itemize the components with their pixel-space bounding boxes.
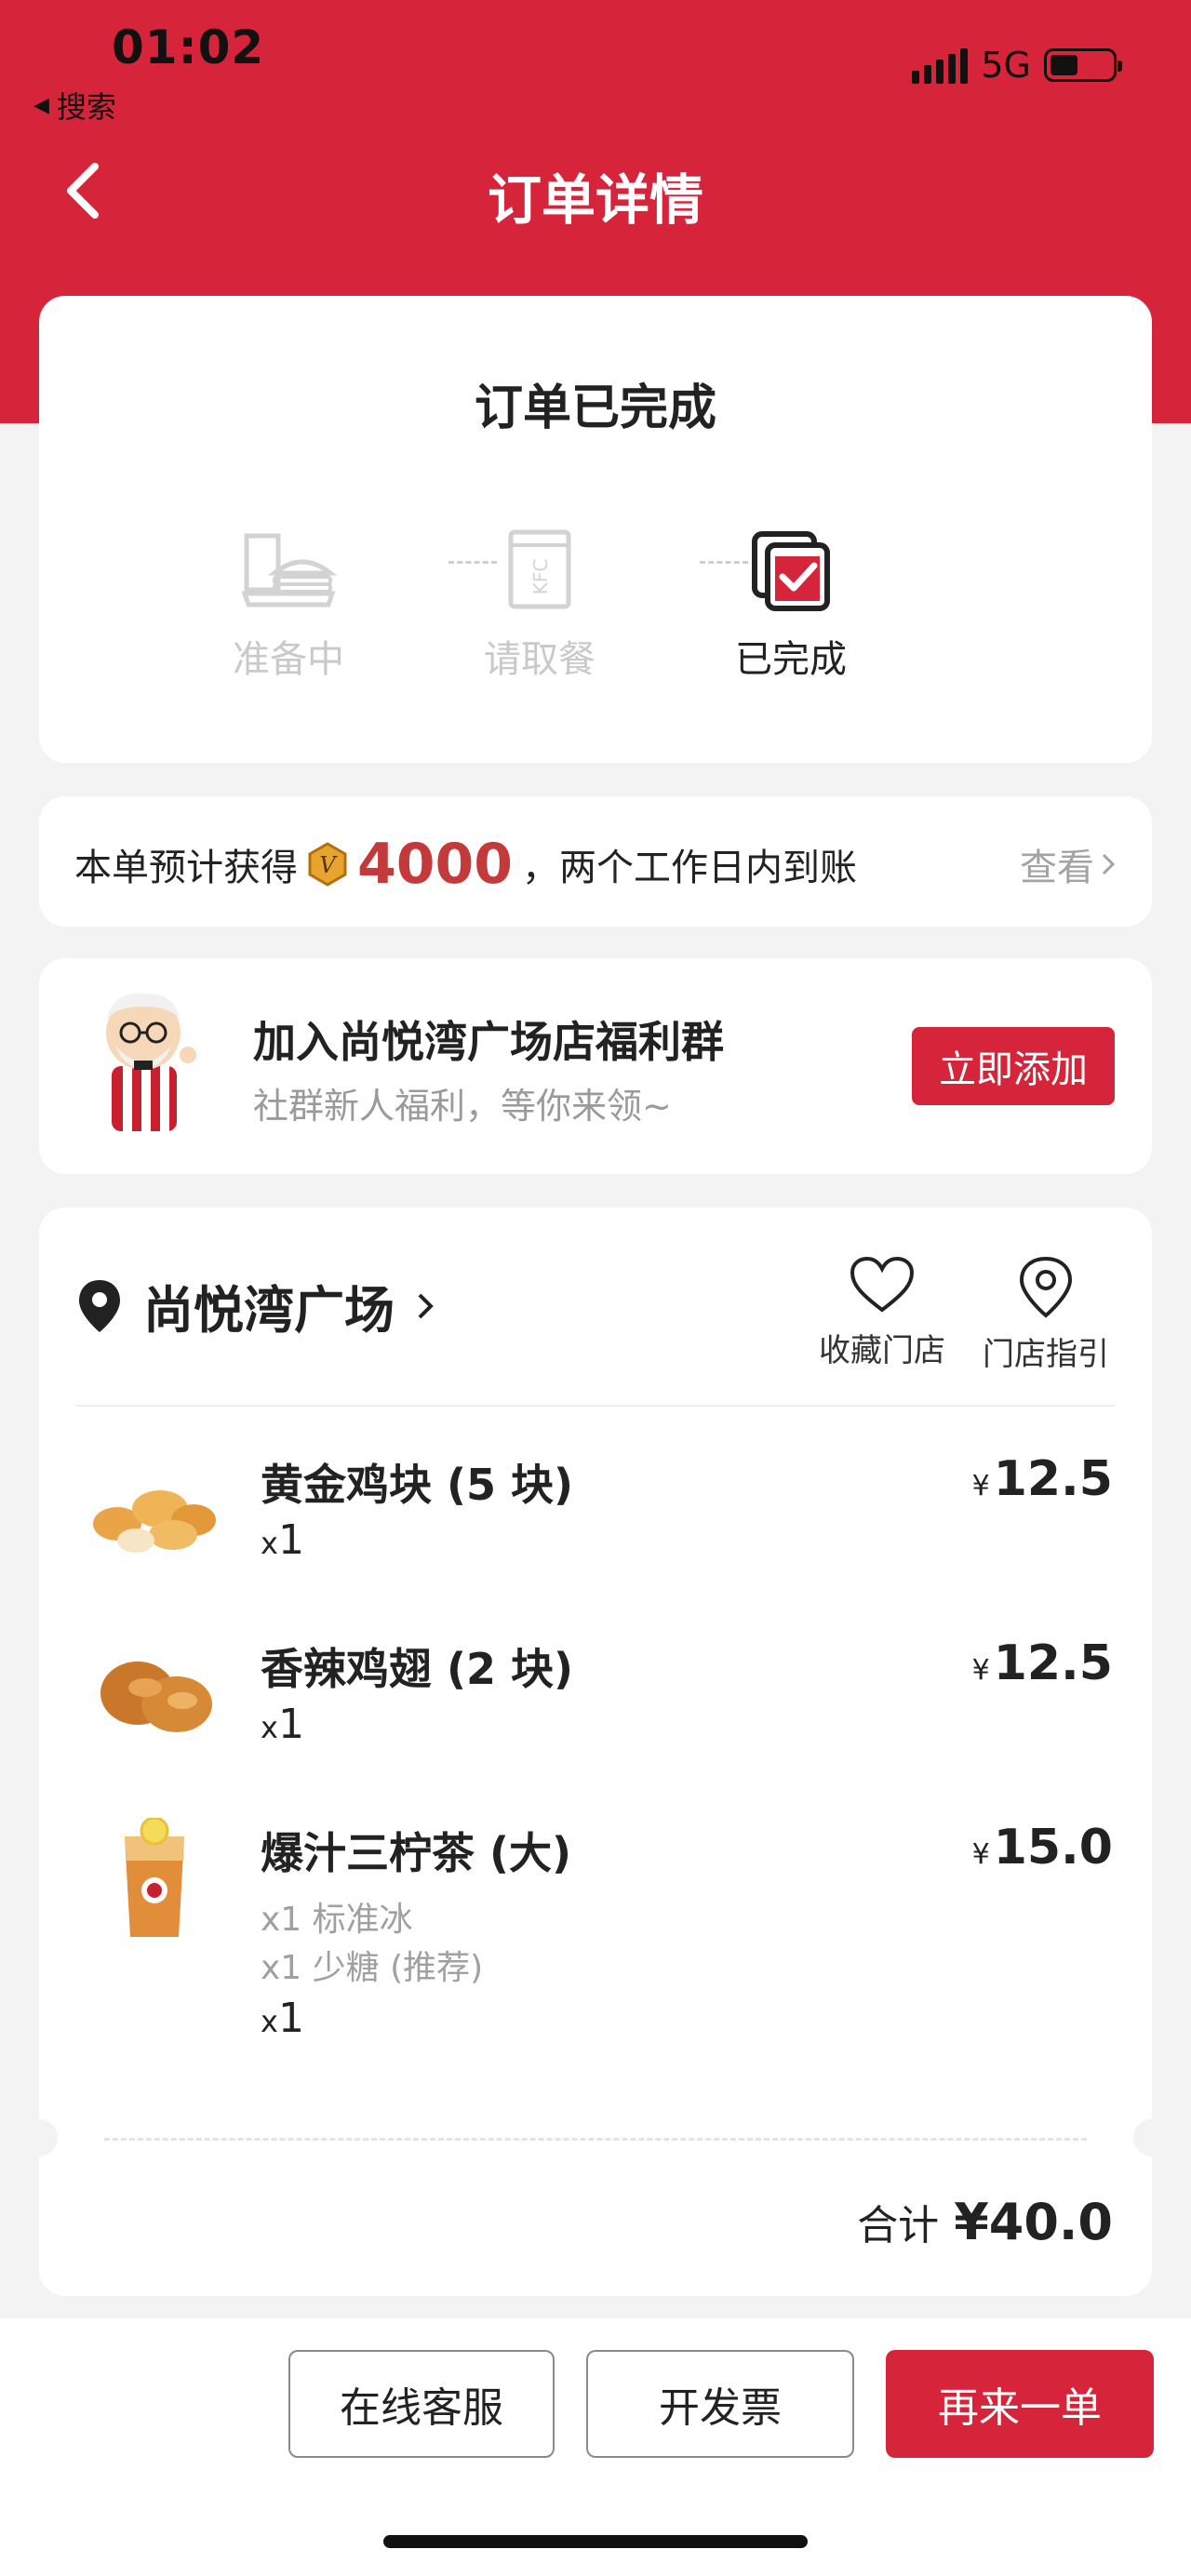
item-quantity: x1 [261, 1701, 304, 1748]
perforation-notch [1133, 2119, 1171, 2156]
page-title: 订单详情 [487, 168, 703, 232]
status-back-link[interactable]: ◀ 搜索 [33, 84, 116, 127]
item-quantity: x1 [261, 1516, 304, 1564]
step-pickup: KFC 请取餐 [447, 528, 633, 683]
item-name: 爆汁三柠茶 (大) [261, 1828, 572, 1878]
store-name: 尚悦湾广场 [143, 1281, 395, 1340]
location-pin-icon [79, 1279, 120, 1332]
item-name: 黄金鸡块 (5 块) [261, 1460, 574, 1510]
item-quantity: x1 [261, 1995, 304, 2042]
chevron-right-icon [1102, 853, 1116, 875]
step-label: 请取餐 [484, 638, 596, 681]
perforation-notch [20, 2119, 58, 2156]
kfc-bag-icon: KFC [508, 529, 571, 609]
points-suffix: ，两个工作日内到账 [522, 847, 857, 889]
group-subtitle: 社群新人福利，等你来领~ [253, 1086, 672, 1127]
tray-burger-icon [241, 533, 338, 607]
reorder-button[interactable]: 再来一单 [886, 2350, 1154, 2458]
map-pin-outline-icon [1019, 1256, 1073, 1318]
item-spec: x1 少糖 (推荐) [261, 1949, 484, 1987]
svg-text:V: V [319, 852, 338, 878]
store-link[interactable]: 尚悦湾广场 [76, 1269, 435, 1342]
order-detail-card: 尚悦湾广场 收藏门店 门店指引 黄金鸡块 (5 块) x1 ¥12.5 香辣鸡翅… [20, 1208, 1171, 2296]
step-preparing: 准备中 [195, 528, 381, 683]
favorite-store-button[interactable]: 收藏门店 [819, 1256, 945, 1370]
store-guide-label: 门店指引 [983, 1336, 1109, 1373]
favorite-store-label: 收藏门店 [819, 1332, 945, 1369]
order-total: 合计 ¥40.0 [857, 2192, 1113, 2251]
status-time: 01:02 [112, 20, 265, 74]
perforation-line [104, 2138, 1087, 2141]
total-label: 合计 [857, 2202, 940, 2249]
step-label: 已完成 [735, 638, 847, 681]
chicken-nuggets-image [93, 1490, 216, 1553]
order-status-title: 订单已完成 [474, 380, 716, 436]
points-view-link[interactable]: 查看 [1020, 837, 1117, 891]
battery-icon [1044, 48, 1122, 82]
colonel-mascot-icon [106, 993, 196, 1131]
store-guide-button[interactable]: 门店指引 [983, 1256, 1109, 1374]
item-price: ¥12.5 [971, 1635, 1113, 1691]
divider [76, 1405, 1115, 1407]
status-indicators: 5G [912, 45, 1122, 86]
points-prefix: 本单预计获得 [74, 847, 298, 889]
back-triangle-icon: ◀ [33, 93, 49, 117]
chicken-wings-image [100, 1662, 212, 1732]
item-name: 香辣鸡翅 (2 块) [261, 1644, 574, 1694]
points-row: 本单预计获得 V 4000 ，两个工作日内到账 [74, 832, 857, 897]
svg-text:KFC: KFC [529, 559, 552, 595]
item-price: ¥12.5 [971, 1451, 1113, 1507]
join-group-button[interactable]: 立即添加 [912, 1027, 1115, 1105]
points-amount: 4000 [357, 832, 513, 897]
step-label: 准备中 [233, 638, 344, 681]
home-indicator [383, 2535, 808, 2548]
item-price: ¥15.0 [971, 1820, 1113, 1875]
group-card: 加入尚悦湾广场店福利群 社群新人福利，等你来领~ 立即添加 [39, 958, 1152, 1174]
chevron-right-icon [418, 1293, 434, 1318]
step-completed: 已完成 [698, 528, 884, 683]
network-label: 5G [981, 45, 1031, 86]
points-card[interactable]: 本单预计获得 V 4000 ，两个工作日内到账 查看 [39, 796, 1152, 927]
online-service-button[interactable]: 在线客服 [288, 2350, 555, 2458]
v-coin-icon: V [308, 842, 347, 887]
lemon-tea-image [125, 1818, 184, 1937]
points-view-label: 查看 [1020, 847, 1094, 889]
heart-icon [850, 1256, 915, 1313]
order-status-card: 订单已完成 准备中 KFC 请取餐 已完成 [39, 296, 1152, 763]
status-back-label: 搜索 [56, 89, 116, 125]
group-title: 加入尚悦湾广场店福利群 [253, 1017, 724, 1067]
signal-icon [912, 47, 969, 84]
total-amount: ¥40.0 [954, 2193, 1113, 2251]
invoice-button[interactable]: 开发票 [586, 2350, 854, 2458]
item-spec: x1 标准冰 [261, 1901, 413, 1939]
completed-check-icon [752, 531, 830, 611]
